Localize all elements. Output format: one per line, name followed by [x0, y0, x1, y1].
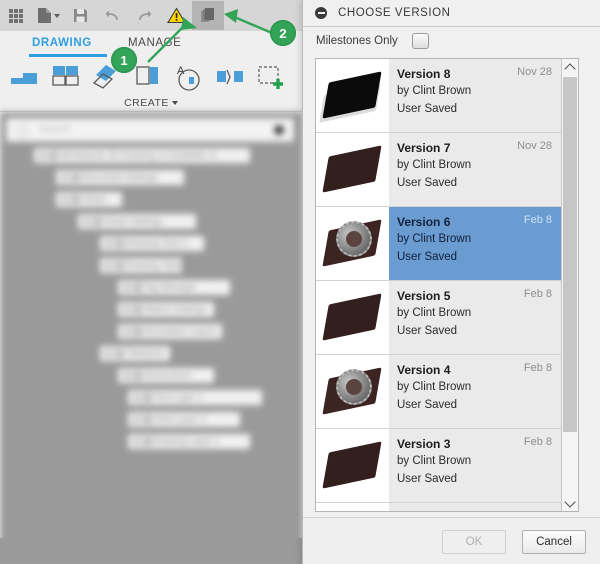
search-icon — [17, 125, 28, 136]
version-thumbnail — [316, 207, 389, 280]
list-item[interactable]: View Layer 2 — [128, 412, 240, 427]
canvas-bottom-strip — [0, 538, 302, 564]
list-item[interactable]: Drawing Layer 1 — [128, 434, 250, 449]
list-item[interactable]: Sheet Settings — [78, 214, 196, 229]
dialog-header: CHOOSE VERSION — [303, 0, 600, 27]
list-item[interactable]: Document Settings — [56, 170, 184, 185]
version-date: Feb 8 — [523, 362, 552, 374]
version-state: User Saved — [397, 177, 458, 190]
version-list-item[interactable]: Version 7 Nov 28 by Clint Brown User Sav… — [316, 133, 561, 207]
milestones-only-checkbox[interactable] — [411, 33, 429, 49]
list-item[interactable]: Sheet — [56, 192, 122, 207]
search-input[interactable]: Search — [6, 118, 294, 142]
scroll-up-icon[interactable] — [562, 59, 578, 75]
milestones-only-row: Milestones Only — [303, 26, 600, 56]
version-state: User Saved — [397, 399, 458, 412]
version-date: Feb 8 — [523, 288, 552, 300]
version-list-scrollbar[interactable] — [561, 59, 578, 511]
list-item[interactable]: Drawing View 2 — [100, 258, 188, 273]
version-list-item[interactable]: Version 5 Feb 8 by Clint Brown User Save… — [316, 281, 561, 355]
version-state: User Saved — [397, 325, 458, 338]
version-list-container: Version 8 Nov 28 by Clint Brown User Sav… — [315, 58, 579, 512]
dialog-footer: OK Cancel — [303, 517, 600, 564]
scroll-down-icon[interactable] — [562, 495, 578, 511]
version-author: by Clint Brown — [397, 307, 472, 320]
version-list-item[interactable]: Version 3 Feb 8 by Clint Brown User Save… — [316, 429, 561, 503]
list-item[interactable]: Text Layer 1 — [128, 390, 262, 405]
annotation-badge-1: 1 — [111, 47, 137, 73]
version-state: User Saved — [397, 251, 458, 264]
dialog-title: CHOOSE VERSION — [338, 7, 451, 19]
annotation-overlay — [147, 9, 273, 63]
list-item[interactable]: Titleblock — [100, 346, 170, 361]
version-thumbnail — [316, 429, 389, 502]
version-date: Nov 28 — [517, 66, 552, 78]
cancel-button[interactable]: Cancel — [522, 530, 586, 554]
milestones-only-label: Milestones Only — [316, 35, 398, 47]
choose-version-dialog: CHOOSE VERSION Milestones Only Version 8… — [302, 0, 600, 564]
list-item[interactable]: Tag Manager — [118, 280, 230, 295]
ok-button[interactable]: OK — [442, 530, 506, 554]
version-date: Feb 8 — [523, 436, 552, 448]
list-item[interactable]: Drawing View 1 — [100, 236, 204, 251]
version-thumbnail — [316, 503, 389, 511]
version-list-item[interactable]: Version 4 Feb 8 by Clint Brown User Save… — [316, 355, 561, 429]
scrollbar-thumb[interactable] — [563, 77, 577, 432]
search-placeholder: Search — [39, 124, 71, 135]
version-state: User Saved — [397, 103, 458, 116]
version-thumbnail — [316, 133, 389, 206]
annotation-badge-2: 2 — [270, 20, 296, 46]
version-thumbnail — [316, 59, 389, 132]
collapse-icon[interactable] — [315, 7, 327, 19]
version-state: User Saved — [397, 473, 458, 486]
version-thumbnail — [316, 281, 389, 354]
version-list: Version 8 Nov 28 by Clint Brown User Sav… — [316, 59, 561, 511]
version-thumbnail — [316, 355, 389, 428]
clear-search-icon[interactable] — [274, 125, 284, 135]
list-item[interactable]: Annotation Layers — [118, 324, 222, 339]
version-author: by Clint Brown — [397, 233, 472, 246]
version-author: by Clint Brown — [397, 381, 472, 394]
list-item[interactable]: Sketch Settings — [118, 302, 214, 317]
list-item[interactable]: Dimensions — [118, 368, 214, 383]
version-date: Feb 8 — [523, 214, 552, 226]
version-date: Nov 28 — [517, 140, 552, 152]
version-list-item[interactable]: Version 8 Nov 28 by Clint Brown User Sav… — [316, 59, 561, 133]
browser-panel-blurred: Search Workbench 3D Drawing v1 Available… — [0, 112, 302, 564]
version-author: by Clint Brown — [397, 159, 472, 172]
list-item[interactable]: Workbench 3D Drawing v1 Available v1 — [34, 148, 250, 163]
version-list-item-selected[interactable]: Version 6 Feb 8 by Clint Brown User Save… — [316, 207, 561, 281]
version-list-item[interactable] — [316, 503, 561, 511]
version-author: by Clint Brown — [397, 85, 472, 98]
version-author: by Clint Brown — [397, 455, 472, 468]
